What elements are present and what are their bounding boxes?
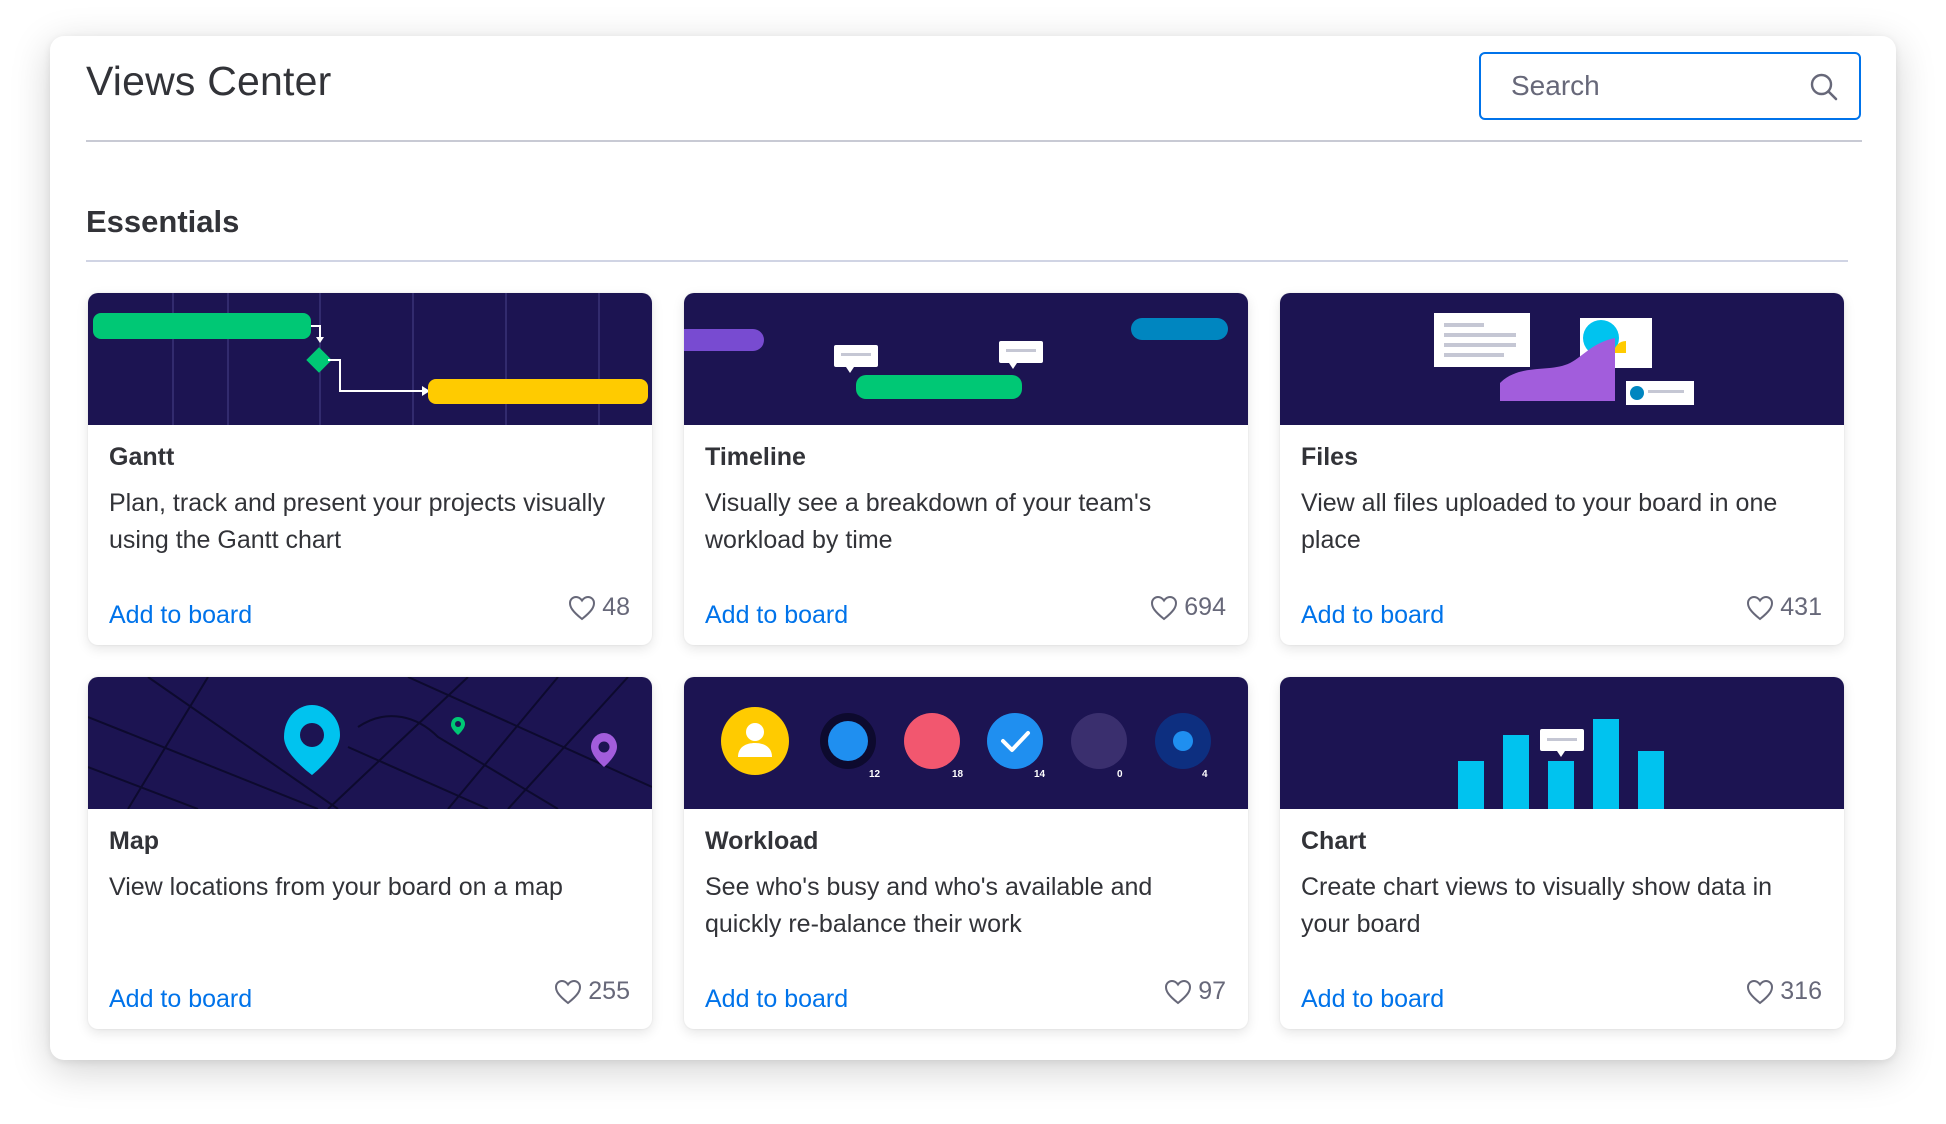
gantt-illustration-icon: [93, 293, 648, 425]
banner: [684, 293, 1248, 425]
view-card-timeline[interactable]: Timeline Visually see a breakdown of you…: [684, 293, 1248, 645]
like-button[interactable]: 431: [1746, 593, 1822, 622]
workload-count: 12: [869, 769, 881, 780]
page-title: Views Center: [86, 58, 332, 104]
banner: [88, 677, 652, 809]
add-to-board-link[interactable]: Add to board: [705, 601, 848, 630]
views-center-window: Views Center Essentials: [50, 36, 1896, 1060]
workload-count: 18: [952, 769, 964, 780]
workload-count: 4: [1202, 769, 1208, 780]
heart-icon[interactable]: [1150, 595, 1178, 621]
card-title: Files: [1301, 443, 1358, 471]
banner: [1280, 293, 1844, 425]
workload-illustration-icon: 12 18 14 0 4: [721, 707, 1211, 780]
heart-icon[interactable]: [568, 595, 596, 621]
heart-icon[interactable]: [1164, 979, 1192, 1005]
like-count: 97: [1198, 977, 1226, 1005]
views-grid: Gantt Plan, track and present your proje…: [88, 293, 1856, 1029]
card-description: See who's busy and who's available and q…: [705, 873, 1153, 938]
view-card-map[interactable]: Map View locations from your board on a …: [88, 677, 652, 1029]
search-icon[interactable]: [1809, 72, 1839, 102]
card-description: View locations from your board on a map: [109, 873, 563, 901]
card-description: Plan, track and present your projects vi…: [109, 489, 606, 554]
card-title: Timeline: [705, 443, 806, 471]
map-illustration-icon: [88, 677, 652, 809]
add-to-board-link[interactable]: Add to board: [1301, 601, 1444, 630]
workload-count: 0: [1117, 769, 1123, 780]
like-button[interactable]: 97: [1164, 977, 1226, 1006]
like-count: 694: [1184, 593, 1226, 621]
like-button[interactable]: 48: [568, 593, 630, 622]
files-illustration-icon: [1434, 313, 1694, 405]
card-description: View all files uploaded to your board in…: [1301, 489, 1778, 554]
section-divider: [86, 260, 1848, 262]
header-divider: [86, 140, 1862, 142]
heart-icon[interactable]: [1746, 595, 1774, 621]
card-title: Workload: [705, 827, 819, 855]
add-to-board-link[interactable]: Add to board: [1301, 985, 1444, 1014]
chart-illustration-icon: [1458, 719, 1664, 809]
view-card-chart[interactable]: Chart Create chart views to visually sho…: [1280, 677, 1844, 1029]
card-title: Gantt: [109, 443, 175, 471]
banner: [1280, 677, 1844, 809]
card-title: Chart: [1301, 827, 1367, 855]
search-input[interactable]: [1509, 69, 1803, 103]
view-card-files[interactable]: Files View all files uploaded to your bo…: [1280, 293, 1844, 645]
section-title-essentials: Essentials: [86, 204, 240, 239]
view-card-workload[interactable]: 12 18 14 0 4 Workload See who's busy and…: [684, 677, 1248, 1029]
like-button[interactable]: 316: [1746, 977, 1822, 1006]
like-count: 316: [1780, 977, 1822, 1005]
heart-icon[interactable]: [1746, 979, 1774, 1005]
card-description: Visually see a breakdown of your team's …: [705, 489, 1152, 554]
card-description: Create chart views to visually show data…: [1301, 873, 1773, 938]
view-card-gantt[interactable]: Gantt Plan, track and present your proje…: [88, 293, 652, 645]
add-to-board-link[interactable]: Add to board: [109, 601, 252, 630]
workload-count: 14: [1034, 769, 1046, 780]
banner: [88, 293, 652, 425]
search-box[interactable]: [1479, 52, 1861, 120]
like-count: 431: [1780, 593, 1822, 621]
like-count: 255: [588, 977, 630, 1005]
timeline-illustration-icon: [684, 318, 1228, 399]
like-button[interactable]: 255: [554, 977, 630, 1006]
add-to-board-link[interactable]: Add to board: [705, 985, 848, 1014]
heart-icon[interactable]: [554, 979, 582, 1005]
like-button[interactable]: 694: [1150, 593, 1226, 622]
like-count: 48: [602, 593, 630, 621]
header: Views Center: [50, 36, 1896, 142]
banner: 12 18 14 0 4: [684, 677, 1248, 809]
card-title: Map: [109, 827, 159, 855]
add-to-board-link[interactable]: Add to board: [109, 985, 252, 1014]
